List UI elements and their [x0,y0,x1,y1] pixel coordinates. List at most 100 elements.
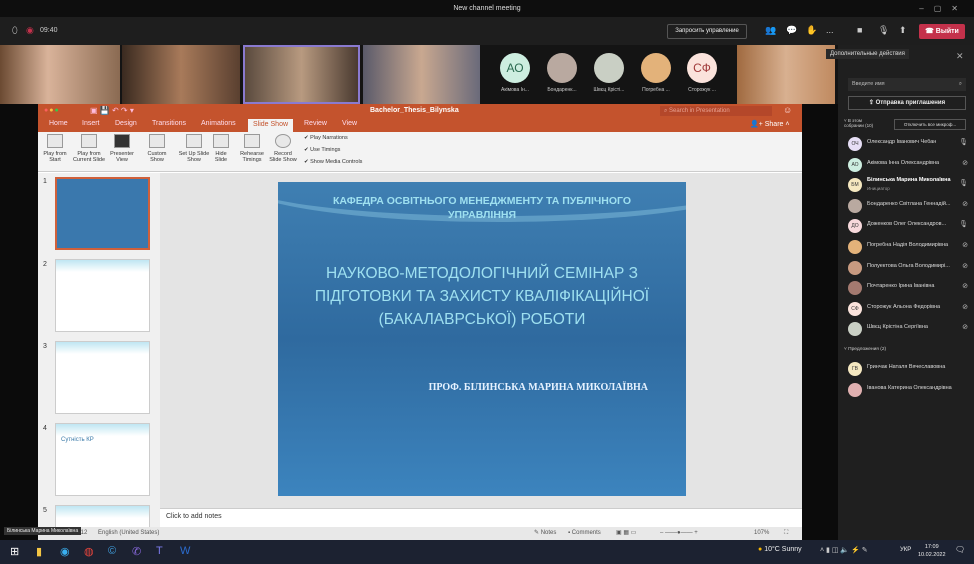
video-tile[interactable] [363,45,480,104]
fit-icon[interactable]: ⛶ [784,527,788,540]
weather[interactable]: ● 10°C Sunny [758,546,802,553]
mic-muted-icon[interactable]: ⊘ [962,323,968,331]
video-tile[interactable] [737,45,835,104]
participants-icon[interactable]: 👥 [765,25,776,36]
share-button[interactable]: 👤+ Share ˄ [750,120,789,128]
teams-icon[interactable]: T [156,545,163,557]
slide-thumbnail-3[interactable] [55,341,150,414]
tab-transitions[interactable]: Transitions [152,120,186,127]
mic-muted-icon[interactable]: ⊘ [962,241,968,249]
mic-muted-icon[interactable]: ⊘ [962,282,968,290]
avatar[interactable] [594,53,624,83]
play-from-start-button[interactable]: Play from Start [41,134,69,163]
reactions-icon[interactable]: ✋ [806,25,817,36]
tab-review[interactable]: Review [304,120,327,127]
mic-muted-icon[interactable]: ⊘ [962,200,968,208]
participant-item[interactable]: АО Акімова Інна Олександрівна ⊘ [848,156,970,174]
participant-item[interactable]: Погребна Надія Володимирівна ⊘ [848,238,970,256]
camera-icon[interactable]: ■ [857,25,862,35]
participant-item[interactable]: Іванова Катерина Олександрівна [848,381,970,399]
window-controls[interactable]: –▢✕ [919,0,968,17]
notes-input[interactable]: Click to add notes [160,508,802,527]
participant-item[interactable]: ОЧ Олександр Іванович Чебан 🎙 [848,135,970,153]
close-panel-icon[interactable]: ✕ [956,51,964,62]
send-invite-button[interactable]: ⇪ Отправка приглашения [848,96,966,110]
notes-button[interactable]: ✎ Notes [534,527,556,540]
thumb-number: 1 [43,178,47,185]
search-name-input[interactable]: Введите имя ⌕ [848,78,966,91]
slide-thumbnail-1[interactable] [55,177,150,250]
comments-button[interactable]: ▪ Comments [568,527,601,540]
video-tile-active-speaker[interactable] [243,45,360,104]
mute-all-button[interactable]: Отключить все микроф... [894,119,966,130]
in-meeting-header[interactable]: ˅ В этом собрании (10) [844,118,878,128]
mic-muted-icon[interactable]: ⊘ [962,262,968,270]
participant-item[interactable]: ГВ Гринчак Наталя Вячеславовна [848,360,970,378]
play-from-current-button[interactable]: Play from Current Slide [71,134,107,163]
more-actions-button[interactable]: ... [826,25,834,35]
show-media-controls-checkbox[interactable]: ✔ Show Media Controls [304,159,362,165]
notifications-icon[interactable]: 🗨 [955,545,965,554]
mic-muted-icon[interactable]: ⊘ [962,159,968,167]
avatar[interactable] [547,53,577,83]
avatar[interactable] [641,53,671,83]
participant-item[interactable]: БМ Білинська Марина Миколаївна Инициатор… [848,176,970,194]
tab-animations[interactable]: Animations [201,120,236,127]
set-up-slide-show-button[interactable]: Set Up Slide Show [178,134,210,163]
suggested-header[interactable]: ˅ Предложения (2) [844,347,886,352]
tab-view[interactable]: View [342,120,357,127]
maximize-dot[interactable]: ● [54,107,59,114]
tab-slide-show[interactable]: Slide Show [248,119,294,132]
windows-start-icon[interactable]: ⊞ [10,545,19,558]
search-presentation-input[interactable]: ⌕ Search in Presentation [660,106,772,116]
input-language[interactable]: УКР [900,547,911,553]
label: Отправка приглашения [875,100,946,106]
clock[interactable]: 17:09 10.02.2022 [918,543,946,559]
recording-icon: ◉ [26,25,34,35]
mic-icon[interactable]: 🎙 [959,138,968,146]
app-icon[interactable]: © [108,545,116,557]
smiley-feedback-icon[interactable]: ☺ [783,105,792,115]
participant-item[interactable]: Полуектова Ольга Володимирі... ⊘ [848,259,970,277]
mic-icon[interactable]: 🎙 [959,179,968,187]
word-icon[interactable]: W [180,545,190,557]
edge-icon[interactable]: ◉ [60,545,70,558]
rehearse-timings-button[interactable]: Rehearse Timings [238,134,266,163]
presenter-view-button[interactable]: Presenter View [108,134,136,163]
hide-slide-button[interactable]: Hide Slide [212,134,230,163]
participant-item[interactable]: СФ Сторожук Альона Федорівна ⊘ [848,300,970,318]
current-slide[interactable]: КАФЕДРА ОСВІТНЬОГО МЕНЕДЖМЕНТУ ТА ПУБЛІЧ… [278,182,686,496]
participant-item[interactable]: Почтаренко Ірина Іванівна ⊘ [848,279,970,297]
avatar[interactable]: АО [500,53,530,83]
quick-access-icons[interactable]: ▣ 💾 ↶ ↷ ▾ [90,106,134,115]
play-narrations-checkbox[interactable]: ✔ Play Narrations [304,135,348,141]
mic-icon[interactable]: 🎙 [959,220,968,228]
chat-icon[interactable]: 💬 [786,25,797,36]
slide-thumbnail-2[interactable] [55,259,150,332]
tray-icons[interactable]: ˄ ▮ ◫ 🔈 ⚡ ✎ [820,546,868,554]
file-explorer-icon[interactable]: ▮ [36,545,42,558]
video-tile[interactable] [122,45,240,104]
tab-design[interactable]: Design [115,120,137,127]
zoom-slider[interactable]: – ——●—— + [660,527,698,540]
chrome-icon[interactable]: ◍ [84,545,94,558]
video-tile[interactable] [0,45,120,104]
mic-icon[interactable]: 🎙 [878,25,889,36]
leave-button[interactable]: ☎ Выйти [919,24,965,39]
use-timings-checkbox[interactable]: ✔ Use Timings [304,147,340,153]
share-screen-icon[interactable]: ⬆ [899,25,907,36]
mic-muted-icon[interactable]: ⊘ [962,303,968,311]
slide-thumbnail-5[interactable] [55,505,150,527]
tab-home[interactable]: Home [49,120,68,127]
viber-icon[interactable]: ✆ [132,545,141,558]
record-slide-show-button[interactable]: Record Slide Show [268,134,298,163]
view-buttons[interactable]: ▣ ▦ ▭ [616,527,636,540]
custom-show-button[interactable]: Custom Show [144,134,170,163]
slide-thumbnail-4[interactable]: Сутність КР [55,423,150,496]
tab-insert[interactable]: Insert [82,120,100,127]
avatar[interactable]: СФ [687,53,717,83]
participant-item[interactable]: Швєц Крістіна Сергіївна ⊘ [848,320,970,338]
request-control-button[interactable]: Запросить управление [667,24,747,39]
participant-item[interactable]: ДО Доженков Олег Олександров... 🎙 [848,217,970,235]
participant-item[interactable]: Бондаренко Світлана Геннадій... ⊘ [848,197,970,215]
